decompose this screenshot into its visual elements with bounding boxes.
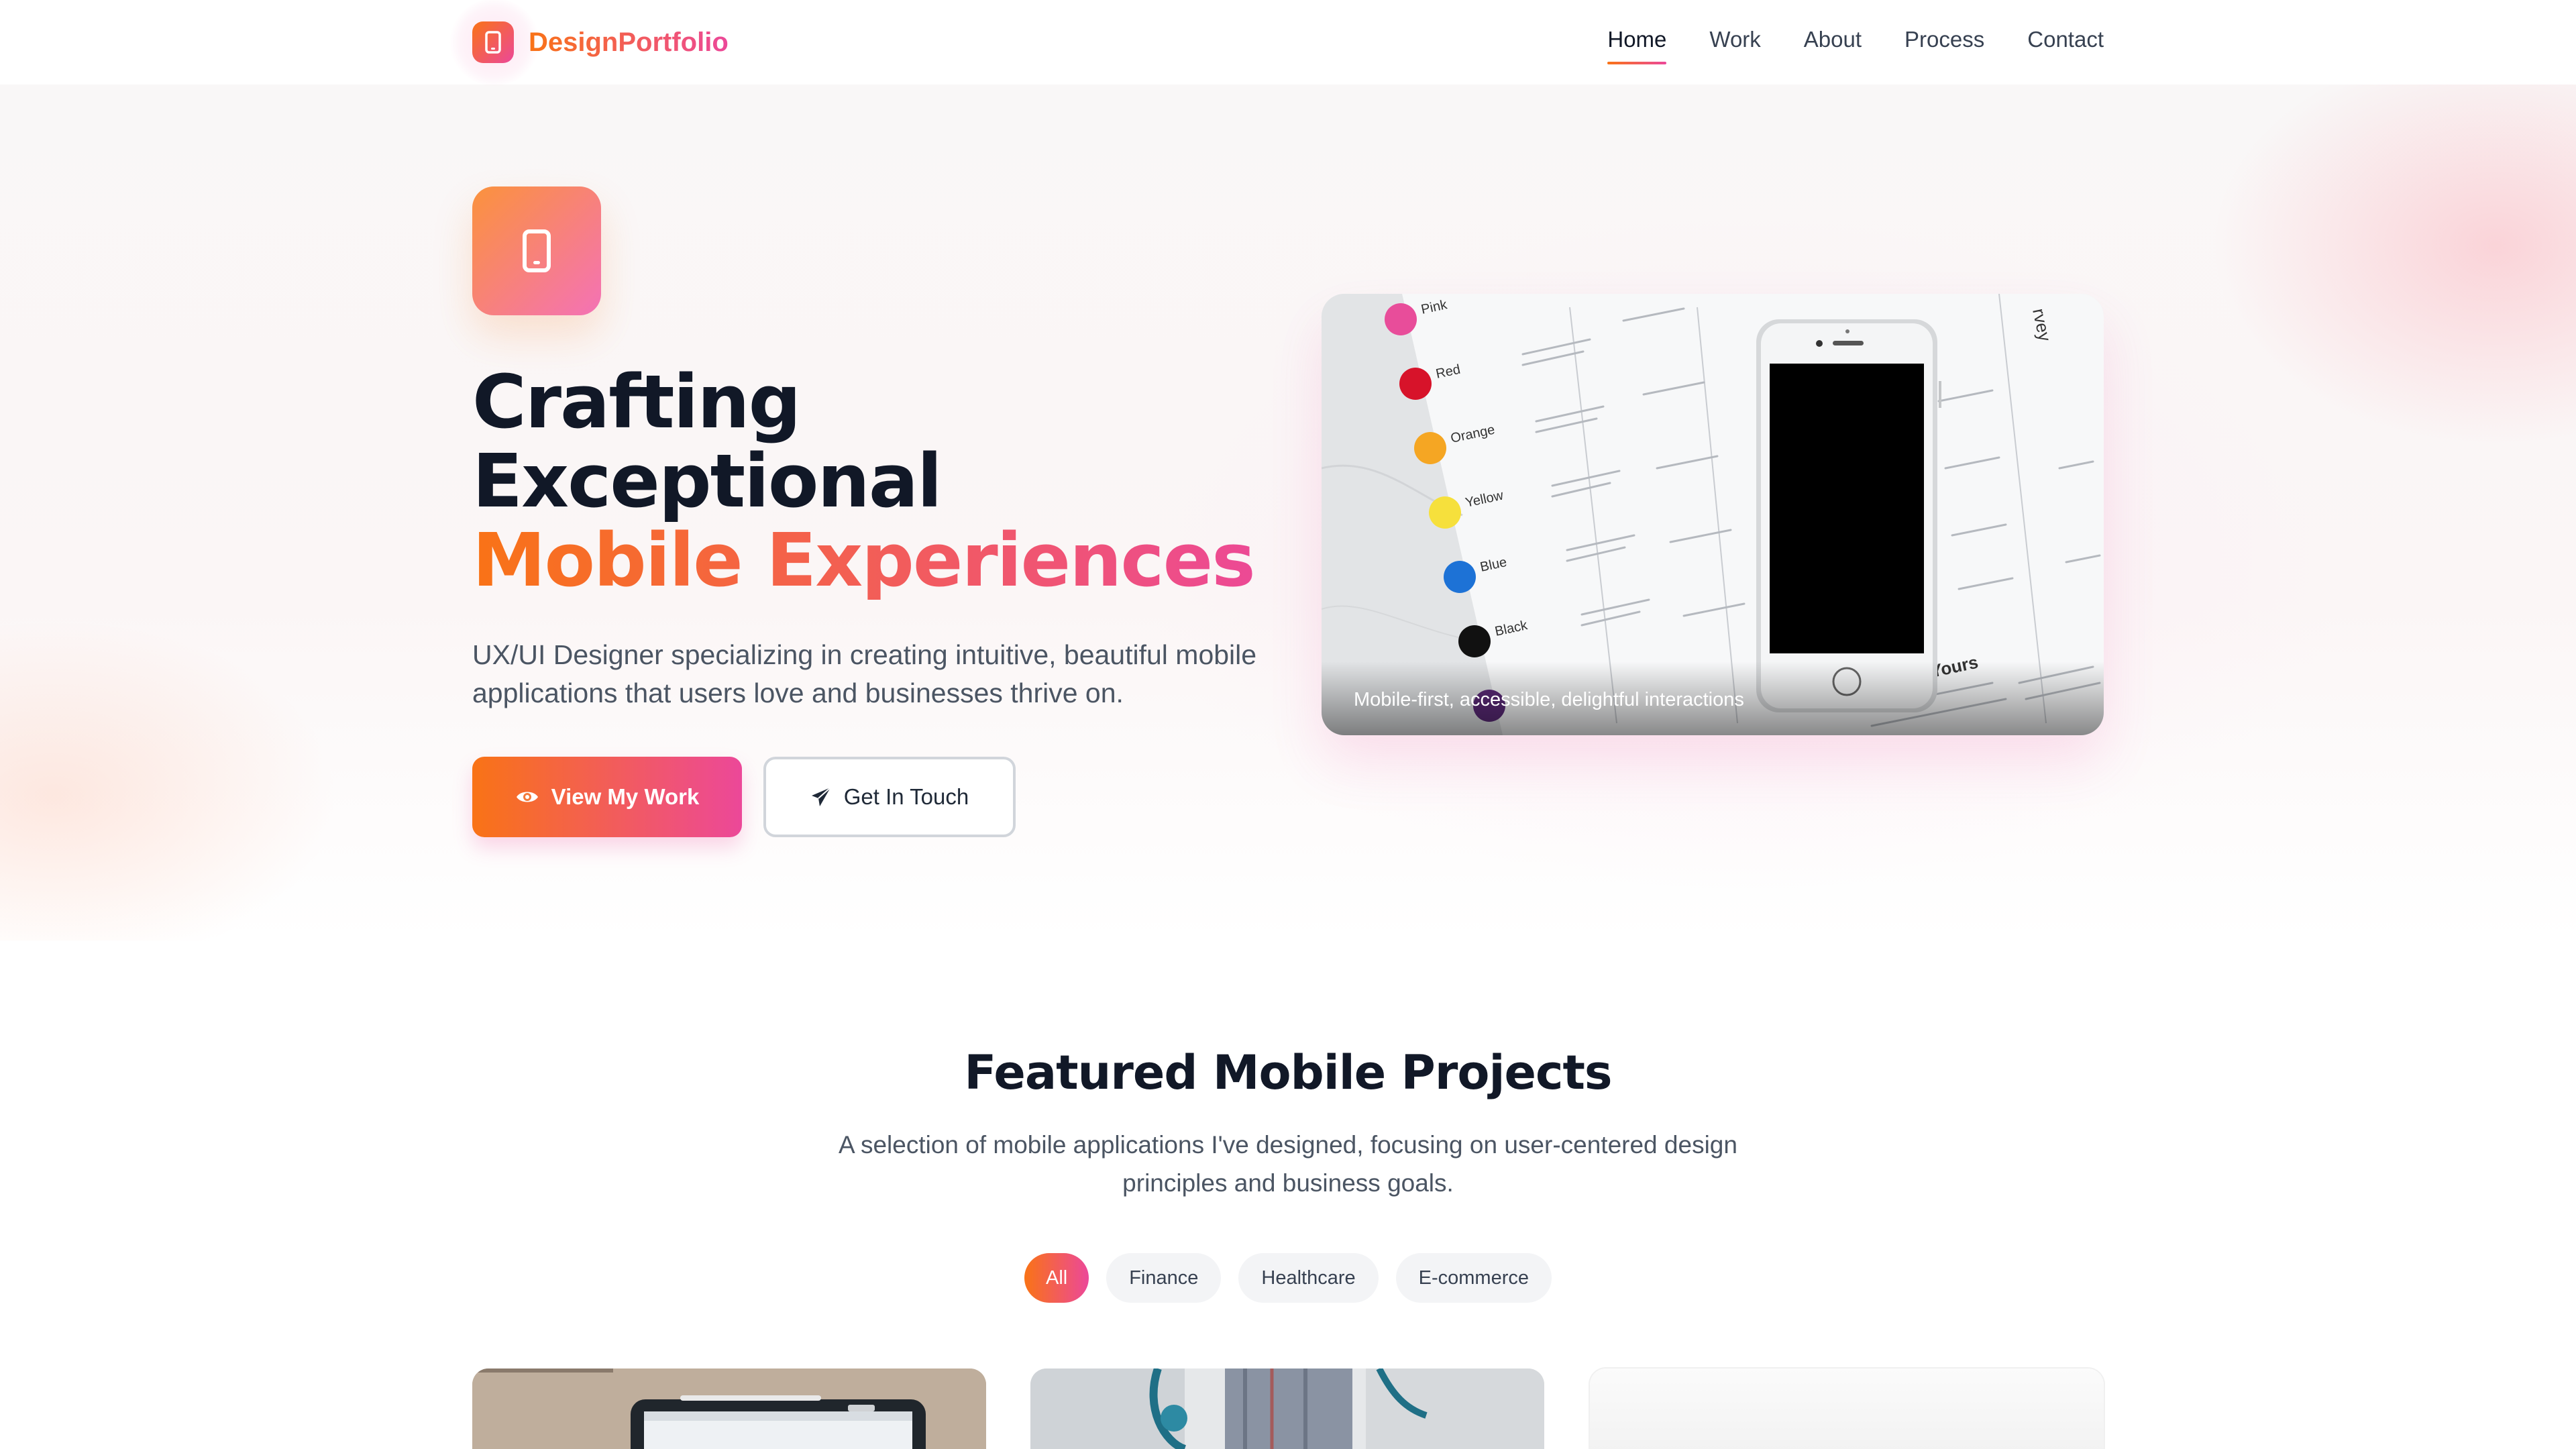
project-card-ecommerce[interactable] (1590, 1368, 2104, 1449)
brand-name: DesignPortfolio (529, 27, 729, 57)
hero-title-line-1: Crafting (472, 359, 801, 445)
smartphone-icon (472, 186, 601, 315)
image-caption: Mobile-first, accessible, delightful int… (1354, 689, 1744, 710)
view-my-work-label: View My Work (551, 784, 700, 809)
filter-finance[interactable]: Finance (1106, 1253, 1222, 1303)
tablet-photo (472, 1368, 986, 1449)
hero-subtitle: UX/UI Designer specializing in creating … (472, 639, 1257, 708)
filter-ecommerce[interactable]: E-commerce (1395, 1253, 1552, 1303)
project-filters: All Finance Healthcare E-commerce (0, 1253, 2576, 1303)
nav-home[interactable]: Home (1607, 27, 1667, 64)
project-card-finance[interactable] (472, 1368, 986, 1449)
eye-icon (515, 788, 539, 806)
filter-healthcare[interactable]: Healthcare (1238, 1253, 1379, 1303)
get-in-touch-button[interactable]: Get In Touch (763, 757, 1016, 837)
view-my-work-button[interactable]: View My Work (472, 757, 742, 837)
main-menu: Home Work About Process Contact (1607, 27, 2104, 64)
get-in-touch-label: Get In Touch (843, 784, 969, 809)
hero-section: Crafting Exceptional Mobile Experiences … (0, 85, 2576, 941)
hero-title-line-2: Exceptional (472, 438, 943, 524)
doctor-photo (1030, 1368, 1544, 1449)
paper-plane-icon (810, 786, 832, 808)
top-nav: DesignPortfolio Home Work About Process … (0, 0, 2576, 86)
hero-title: Crafting Exceptional Mobile Experiences (472, 362, 1277, 600)
brand-link[interactable]: DesignPortfolio (449, 0, 729, 86)
nav-process[interactable]: Process (1904, 27, 1984, 64)
project-card-healthcare[interactable] (1030, 1368, 1544, 1449)
nav-about[interactable]: About (1804, 27, 1862, 64)
filter-all[interactable]: All (1024, 1253, 1089, 1303)
projects-title: Featured Mobile Projects (964, 1045, 1612, 1100)
hero-image-card: Pink Red Orange Yellow Blue Black Yours … (1322, 294, 2104, 735)
nav-contact[interactable]: Contact (2027, 27, 2104, 64)
smartphone-icon (472, 21, 514, 63)
nav-work[interactable]: Work (1709, 27, 1760, 64)
hero-title-highlight: Mobile Experiences (472, 521, 1277, 600)
projects-subtitle: A selection of mobile applications I've … (839, 1131, 1737, 1197)
